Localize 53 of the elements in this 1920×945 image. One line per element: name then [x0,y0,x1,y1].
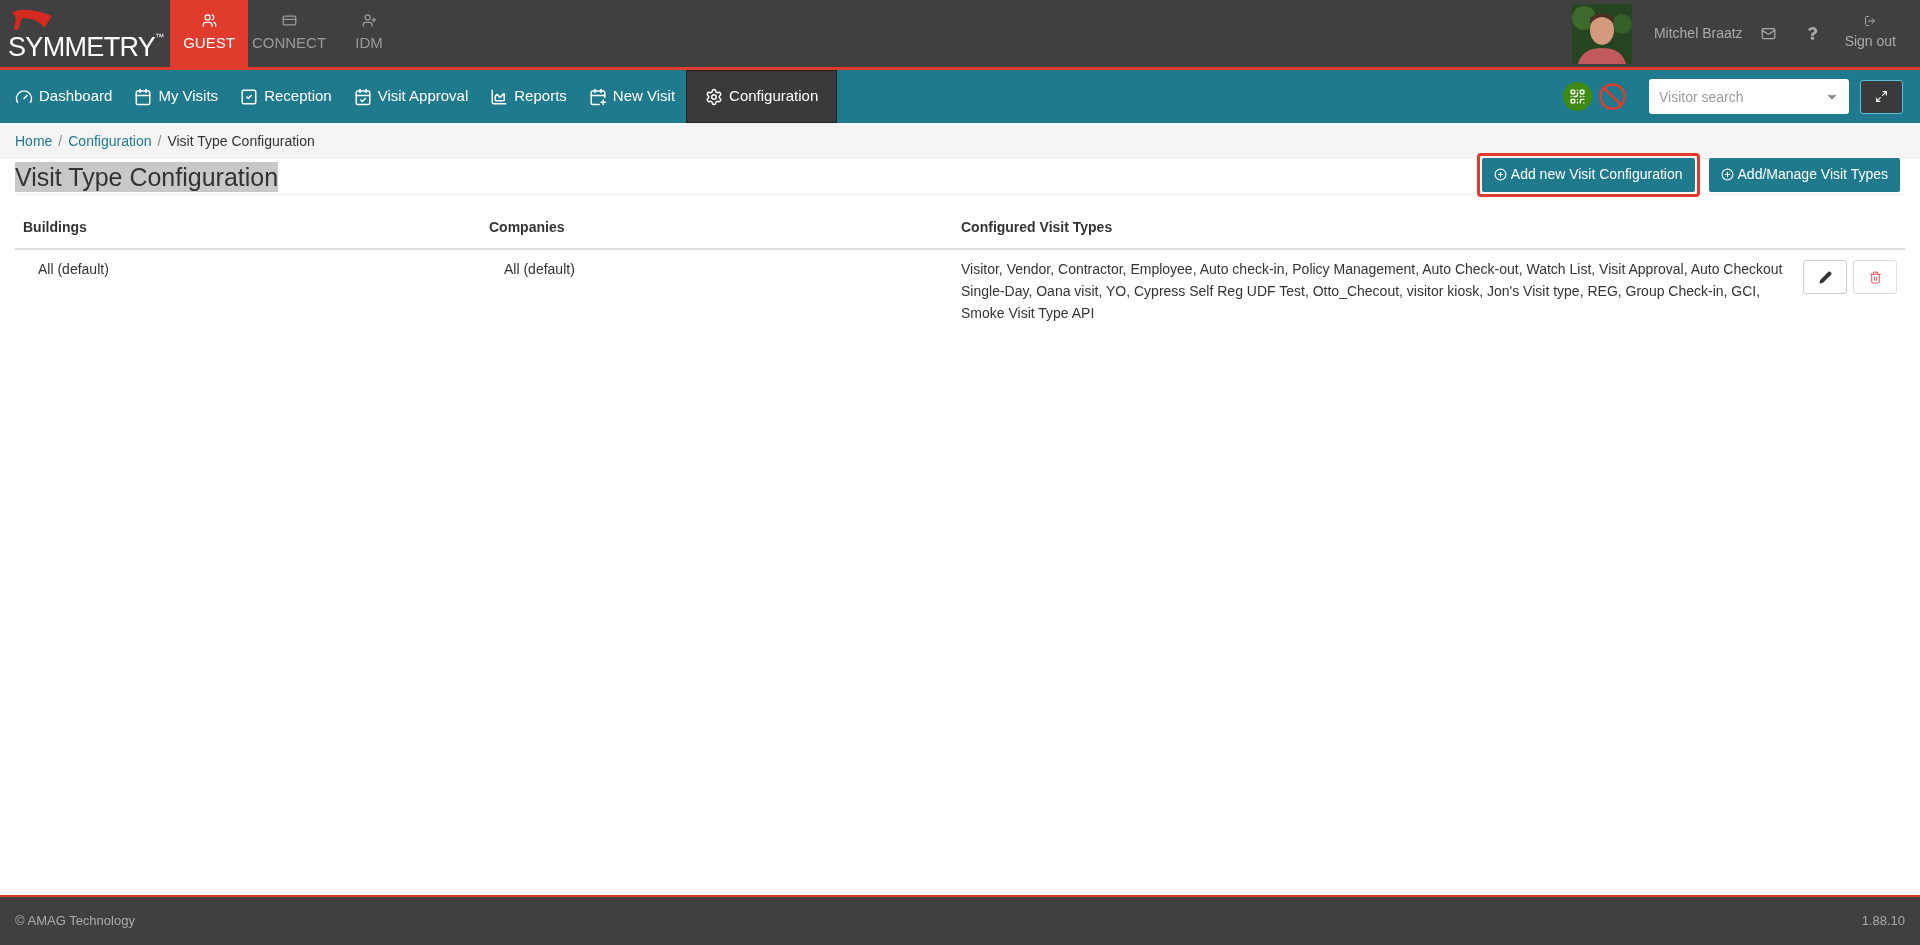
breadcrumb-separator: / [58,131,63,151]
nav-tab[interactable]: New Visit [577,70,687,123]
action-button[interactable]: Add/Manage Visit Types [1708,157,1900,192]
edit-button[interactable] [1803,260,1847,294]
trademark: ™ [155,31,165,42]
people-icon [201,12,217,28]
plus-circle-icon [1493,168,1507,181]
plus-circle-icon [1720,168,1734,181]
sign-out-icon [1864,15,1877,27]
sign-out-button[interactable]: Sign out [1844,0,1896,67]
breadcrumb-link[interactable]: Home [15,130,53,152]
calendar-plus-icon [588,87,607,106]
trash-icon [1868,270,1882,284]
breadcrumb-link[interactable]: Configuration [68,130,152,152]
mail-icon[interactable] [1760,26,1776,41]
nav-tab[interactable]: Configuration [686,70,838,123]
table-cell-text: All (default) [503,260,576,279]
pencil-icon [1818,270,1832,284]
user-name[interactable]: Mitchel Braatz [1653,23,1743,44]
app-tab[interactable]: IDM [330,0,408,67]
breadcrumb-current: Visit Type Configuration [167,131,315,151]
fullscreen-button[interactable] [1860,79,1903,114]
help-icon[interactable] [1805,27,1819,40]
checkbox-icon [240,87,259,106]
nav-tab[interactable]: Dashboard [4,70,124,123]
area-chart-icon [490,87,509,106]
expand-icon [1875,90,1888,103]
copyright: © AMAG Technology [15,912,135,931]
nav-tab[interactable]: Reports [479,70,578,123]
logo-text[interactable]: SYMMETRY [8,31,156,62]
column-header: Configured Visit Types [960,218,1114,237]
calendar-icon [134,87,153,106]
column-header: Companies [488,218,566,237]
delete-button[interactable] [1853,260,1897,294]
column-header: Buildings [22,218,88,237]
app-tab[interactable]: GUEST [170,0,248,67]
nav-tab[interactable]: Visit Approval [342,70,480,123]
gauge-icon [15,87,33,106]
settings-icon [705,87,724,106]
app-tab[interactable]: CONNECT [250,0,328,67]
card-icon [281,12,297,28]
qr-code-status-icon[interactable] [1563,82,1592,111]
version: 1.88.10 [1861,912,1905,931]
calendar-check-icon [353,87,372,106]
table-cell-text: All (default) [37,260,110,279]
breadcrumb-separator: / [157,131,162,151]
visitor-search-field[interactable]: Visitor search [1649,79,1849,114]
action-button[interactable]: Add new Visit Configuration [1481,157,1695,192]
nav-tab[interactable]: My Visits [123,70,230,123]
user-plus-icon [361,12,377,28]
page-title: Visit Type Configuration [15,161,279,192]
table-cell-text: Visitor, Vendor, Contractor, Employee, Auto check-in, Policy Management, Auto Check-out, Watch List, Visit Approval, Auto Checkout Single-Day, Oana visit, YO, Cypress Self Reg UDF Test, Otto_Checout, visitor kiosk, Jon's Visit type, REG, Group Check-in, GCI, Smoke Visit Type API [960,260,1784,323]
nav-tab[interactable]: Reception [229,70,343,123]
